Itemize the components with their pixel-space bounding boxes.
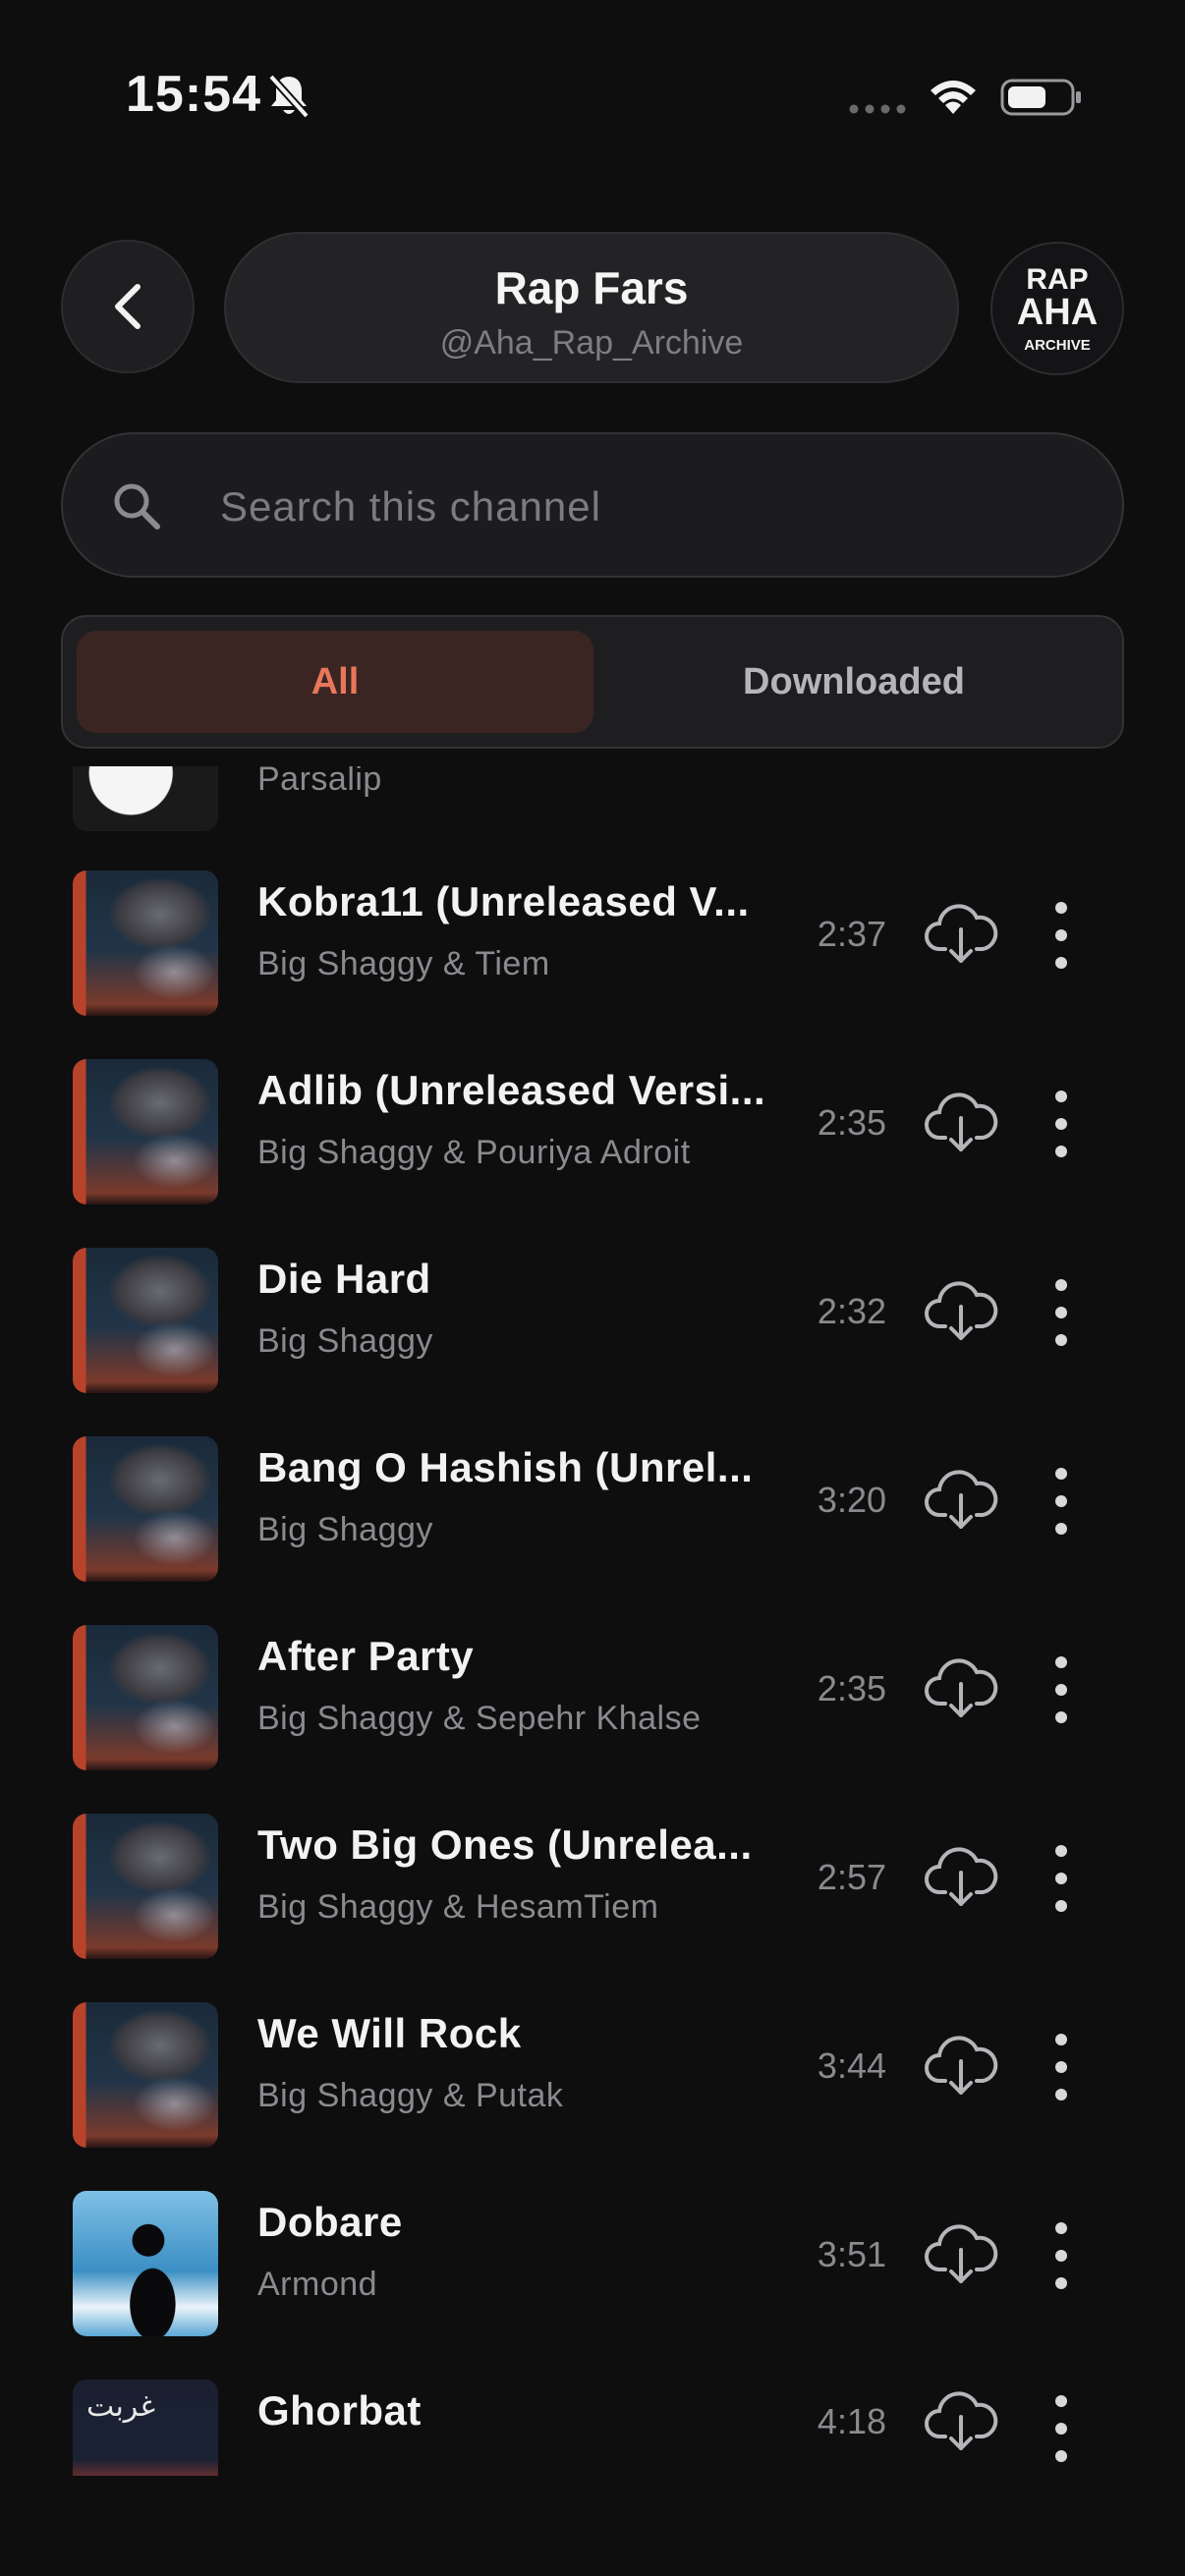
channel-handle: @Aha_Rap_Archive xyxy=(439,324,744,362)
song-artist: Big Shaggy & HesamTiem xyxy=(257,1888,659,1926)
search-input[interactable] xyxy=(218,474,1067,540)
song-artwork xyxy=(73,1814,218,1959)
song-duration: 3:44 xyxy=(817,2045,886,2086)
channel-title-pill[interactable]: Rap Fars @Aha_Rap_Archive xyxy=(224,232,959,383)
song-duration: 3:51 xyxy=(817,2234,886,2274)
search-icon xyxy=(114,483,160,530)
svg-text:AHA: AHA xyxy=(1017,292,1098,333)
song-row[interactable]: Dobare Armond 3:51 xyxy=(0,2163,1185,2352)
song-title: Kobra11 (Unreleased V... xyxy=(257,878,750,924)
svg-text:ARCHIVE: ARCHIVE xyxy=(1024,337,1091,354)
song-row[interactable]: Adlib (Unreleased Versi... Big Shaggy & … xyxy=(0,1032,1185,1220)
song-duration: 4:18 xyxy=(817,2401,886,2441)
song-row[interactable]: Two Big Ones (Unrelea... Big Shaggy & He… xyxy=(0,1786,1185,1975)
song-row[interactable]: Bang O Hashish (Unrel... Big Shaggy 3:20 xyxy=(0,1409,1185,1597)
more-options-icon[interactable] xyxy=(1042,2391,1081,2466)
song-artist: Big Shaggy & Sepehr Khalse xyxy=(257,1700,702,1737)
more-options-icon[interactable] xyxy=(1042,1087,1081,1161)
back-button[interactable] xyxy=(61,240,195,373)
song-artwork xyxy=(73,1436,218,1582)
song-duration: 2:35 xyxy=(817,1668,886,1708)
more-options-icon[interactable] xyxy=(1042,1464,1081,1539)
cloud-download-icon[interactable] xyxy=(924,900,998,967)
song-artist: Big Shaggy & Putak xyxy=(257,2077,564,2114)
tab-all[interactable]: All xyxy=(77,631,593,733)
song-artwork xyxy=(73,1248,218,1393)
song-artwork xyxy=(73,870,218,1016)
signal-dots-icon xyxy=(849,104,906,114)
song-artwork xyxy=(73,2191,218,2336)
filter-tabs: All Downloaded xyxy=(61,615,1124,749)
song-title: Two Big Ones (Unrelea... xyxy=(257,1821,753,1868)
song-artwork xyxy=(73,766,218,831)
cloud-download-icon[interactable] xyxy=(924,1843,998,1910)
status-bar: 15:54 xyxy=(0,0,1185,196)
more-options-icon[interactable] xyxy=(1042,2030,1081,2104)
song-artwork xyxy=(73,1059,218,1204)
song-title: We Will Rock xyxy=(257,2010,522,2056)
song-duration: 2:57 xyxy=(817,1857,886,1897)
more-options-icon[interactable] xyxy=(1042,2218,1081,2293)
song-artwork xyxy=(73,1625,218,1770)
song-duration: 3:20 xyxy=(817,1480,886,1520)
song-row[interactable]: Die Hard Big Shaggy 2:32 xyxy=(0,1220,1185,1409)
cloud-download-icon[interactable] xyxy=(924,1277,998,1344)
more-options-icon[interactable] xyxy=(1042,1841,1081,1916)
cloud-download-icon[interactable] xyxy=(924,1654,998,1721)
chevron-left-icon xyxy=(115,284,141,329)
more-options-icon[interactable] xyxy=(1042,1652,1081,1727)
more-options-icon[interactable] xyxy=(1042,898,1081,973)
song-title: Bang O Hashish (Unrel... xyxy=(257,1444,754,1490)
song-artist: Big Shaggy & Pouriya Adroit xyxy=(257,1134,691,1171)
artwork-text: غربت xyxy=(86,2389,156,2424)
channel-logo: RAP AHA ARCHIVE xyxy=(992,244,1122,373)
song-artist: Armond xyxy=(257,2266,378,2303)
song-duration: 2:37 xyxy=(817,914,886,954)
song-row[interactable]: After Party Big Shaggy & Sepehr Khalse 2… xyxy=(0,1597,1185,1786)
cloud-download-icon[interactable] xyxy=(924,2032,998,2099)
song-artwork xyxy=(73,2002,218,2148)
song-duration: 2:32 xyxy=(817,1291,886,1331)
song-artist: Parsalip xyxy=(257,766,382,798)
song-row[interactable]: Kobra11 (Unreleased V... Big Shaggy & Ti… xyxy=(0,843,1185,1032)
bell-muted-icon xyxy=(268,74,310,119)
cloud-download-icon[interactable] xyxy=(924,1089,998,1155)
song-artwork: غربت xyxy=(73,2380,218,2476)
song-title: Adlib (Unreleased Versi... xyxy=(257,1067,766,1113)
search-bar[interactable] xyxy=(61,432,1124,578)
tab-downloaded[interactable]: Downloaded xyxy=(595,631,1112,733)
song-list: Parsalip Kobra11 (Unreleased V... Big Sh… xyxy=(0,766,1185,2476)
song-artist: Big Shaggy & Tiem xyxy=(257,945,550,982)
wifi-icon xyxy=(931,81,976,114)
song-row[interactable]: Parsalip xyxy=(0,766,1185,847)
cloud-download-icon[interactable] xyxy=(924,2220,998,2287)
song-title: Die Hard xyxy=(257,1256,431,1302)
song-title: Dobare xyxy=(257,2199,403,2245)
song-row[interactable]: غربت Ghorbat 4:18 xyxy=(0,2352,1185,2476)
more-options-icon[interactable] xyxy=(1042,1275,1081,1350)
song-artist: Big Shaggy xyxy=(257,1322,433,1360)
song-duration: 2:35 xyxy=(817,1102,886,1143)
battery-icon xyxy=(1000,79,1081,116)
cloud-download-icon[interactable] xyxy=(924,2387,998,2454)
channel-title: Rap Fars xyxy=(494,262,689,313)
status-time: 15:54 xyxy=(126,66,261,123)
song-title: After Party xyxy=(257,1633,475,1679)
cloud-download-icon[interactable] xyxy=(924,1466,998,1533)
channel-avatar[interactable]: RAP AHA ARCHIVE xyxy=(990,242,1124,375)
song-row[interactable]: We Will Rock Big Shaggy & Putak 3:44 xyxy=(0,1975,1185,2163)
song-artist: Big Shaggy xyxy=(257,1511,433,1548)
song-title: Ghorbat xyxy=(257,2387,422,2434)
